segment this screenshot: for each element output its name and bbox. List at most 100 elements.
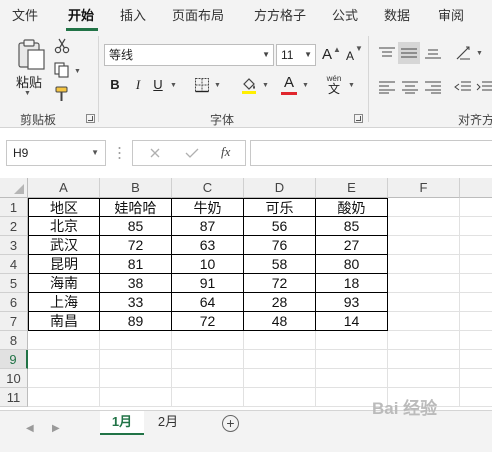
table-cell[interactable] <box>316 369 388 388</box>
scroll-left-icon[interactable]: ◀ <box>26 423 34 434</box>
table-cell[interactable]: 18 <box>316 274 388 293</box>
enter-icon[interactable] <box>185 147 199 159</box>
table-cell[interactable] <box>388 293 460 312</box>
table-cell[interactable] <box>244 331 316 350</box>
table-cell[interactable] <box>460 217 492 236</box>
align-right-icon[interactable] <box>424 80 442 94</box>
table-cell[interactable] <box>388 255 460 274</box>
row-header-10[interactable]: 10 <box>0 369 28 388</box>
table-cell[interactable]: 85 <box>100 217 172 236</box>
menu-tab-data[interactable]: 数据 <box>384 0 410 32</box>
clipboard-launcher-icon[interactable] <box>86 114 95 123</box>
insert-function-button[interactable]: fx <box>221 144 230 160</box>
sheet-tab-2[interactable]: 2月 <box>146 411 190 435</box>
table-cell[interactable] <box>460 388 492 407</box>
underline-button[interactable]: U <box>152 75 164 95</box>
table-cell[interactable] <box>460 293 492 312</box>
table-cell[interactable] <box>388 236 460 255</box>
row-header-11[interactable]: 11 <box>0 388 28 407</box>
table-cell[interactable]: 33 <box>100 293 172 312</box>
font-launcher-icon[interactable] <box>354 114 363 123</box>
name-box[interactable]: H9 ▼ <box>6 140 106 166</box>
align-middle-button[interactable] <box>398 42 420 64</box>
formula-input[interactable] <box>250 140 492 166</box>
column-header-b[interactable]: B <box>100 178 172 198</box>
table-header-cell[interactable]: 酸奶 <box>316 198 388 217</box>
table-cell[interactable]: 58 <box>244 255 316 274</box>
align-bottom-icon[interactable] <box>424 46 442 60</box>
cancel-icon[interactable] <box>149 147 161 159</box>
table-cell[interactable]: 海南 <box>28 274 100 293</box>
table-cell[interactable] <box>100 369 172 388</box>
paste-label[interactable]: 粘贴 <box>16 72 42 91</box>
table-cell[interactable] <box>172 331 244 350</box>
table-cell[interactable]: 昆明 <box>28 255 100 274</box>
row-header-7[interactable]: 7 <box>0 312 28 331</box>
table-cell[interactable]: 28 <box>244 293 316 312</box>
table-cell[interactable]: 87 <box>172 217 244 236</box>
table-cell[interactable]: 72 <box>244 274 316 293</box>
table-cell[interactable] <box>28 369 100 388</box>
underline-dropdown-icon[interactable]: ▼ <box>170 82 177 89</box>
table-cell[interactable]: 93 <box>316 293 388 312</box>
table-cell[interactable] <box>28 331 100 350</box>
table-cell[interactable] <box>388 312 460 331</box>
table-cell[interactable] <box>388 217 460 236</box>
orientation-icon[interactable] <box>454 44 474 62</box>
copy-dropdown-icon[interactable]: ▼ <box>74 68 81 75</box>
table-cell[interactable] <box>172 388 244 407</box>
menu-tab-page-layout[interactable]: 页面布局 <box>172 0 224 32</box>
copy-icon[interactable] <box>54 62 70 78</box>
column-header-f[interactable]: F <box>388 178 460 198</box>
table-cell[interactable]: 76 <box>244 236 316 255</box>
table-cell[interactable] <box>388 331 460 350</box>
table-cell[interactable]: 81 <box>100 255 172 274</box>
table-cell[interactable] <box>460 274 492 293</box>
table-cell[interactable] <box>460 350 492 369</box>
table-cell[interactable] <box>388 369 460 388</box>
decrease-indent-icon[interactable] <box>454 80 472 94</box>
table-header-cell[interactable]: 地区 <box>28 198 100 217</box>
column-header-c[interactable]: C <box>172 178 244 198</box>
font-color-button[interactable]: A <box>280 74 298 96</box>
table-cell[interactable] <box>316 331 388 350</box>
grow-font-button[interactable]: A <box>320 45 334 65</box>
table-cell[interactable]: 27 <box>316 236 388 255</box>
table-cell[interactable]: 10 <box>172 255 244 274</box>
table-cell[interactable] <box>244 369 316 388</box>
table-header-cell[interactable]: 可乐 <box>244 198 316 217</box>
bold-button[interactable]: B <box>108 75 122 95</box>
add-sheet-button[interactable]: + <box>222 415 239 432</box>
table-cell[interactable]: 63 <box>172 236 244 255</box>
menu-tab-fangfang[interactable]: 方方格子 <box>254 0 306 32</box>
scroll-right-icon[interactable]: ▶ <box>52 423 60 434</box>
table-cell[interactable] <box>244 388 316 407</box>
table-cell[interactable]: 38 <box>100 274 172 293</box>
table-cell[interactable]: 上海 <box>28 293 100 312</box>
paste-dropdown-icon[interactable]: ▼ <box>24 90 31 97</box>
table-cell[interactable] <box>388 350 460 369</box>
table-cell[interactable]: 北京 <box>28 217 100 236</box>
spreadsheet-grid[interactable]: A B C D E F 1 地区 娃哈哈 牛奶 可乐 酸奶 2 北京 85 87 56 85 3 武汉 72 63 76 27… <box>0 178 492 410</box>
row-header-8[interactable]: 8 <box>0 331 28 350</box>
borders-icon[interactable] <box>194 77 210 93</box>
font-color-dropdown-icon[interactable]: ▼ <box>302 82 309 89</box>
fill-color-icon[interactable] <box>240 76 258 94</box>
table-cell[interactable]: 武汉 <box>28 236 100 255</box>
table-cell[interactable] <box>460 369 492 388</box>
table-cell[interactable] <box>460 312 492 331</box>
menu-tab-file[interactable]: 文件 <box>12 0 38 32</box>
column-header-g[interactable] <box>460 178 492 198</box>
table-cell[interactable] <box>460 236 492 255</box>
row-header-2[interactable]: 2 <box>0 217 28 236</box>
table-cell[interactable] <box>388 274 460 293</box>
menu-tab-formulas[interactable]: 公式 <box>332 0 358 32</box>
row-header-3[interactable]: 3 <box>0 236 28 255</box>
row-header-4[interactable]: 4 <box>0 255 28 274</box>
row-header-6[interactable]: 6 <box>0 293 28 312</box>
font-size-select[interactable]: 11 ▼ <box>276 44 316 66</box>
row-header-5[interactable]: 5 <box>0 274 28 293</box>
align-center-icon[interactable] <box>401 80 419 94</box>
align-top-icon[interactable] <box>378 46 396 60</box>
row-header-9[interactable]: 9 <box>0 350 28 369</box>
